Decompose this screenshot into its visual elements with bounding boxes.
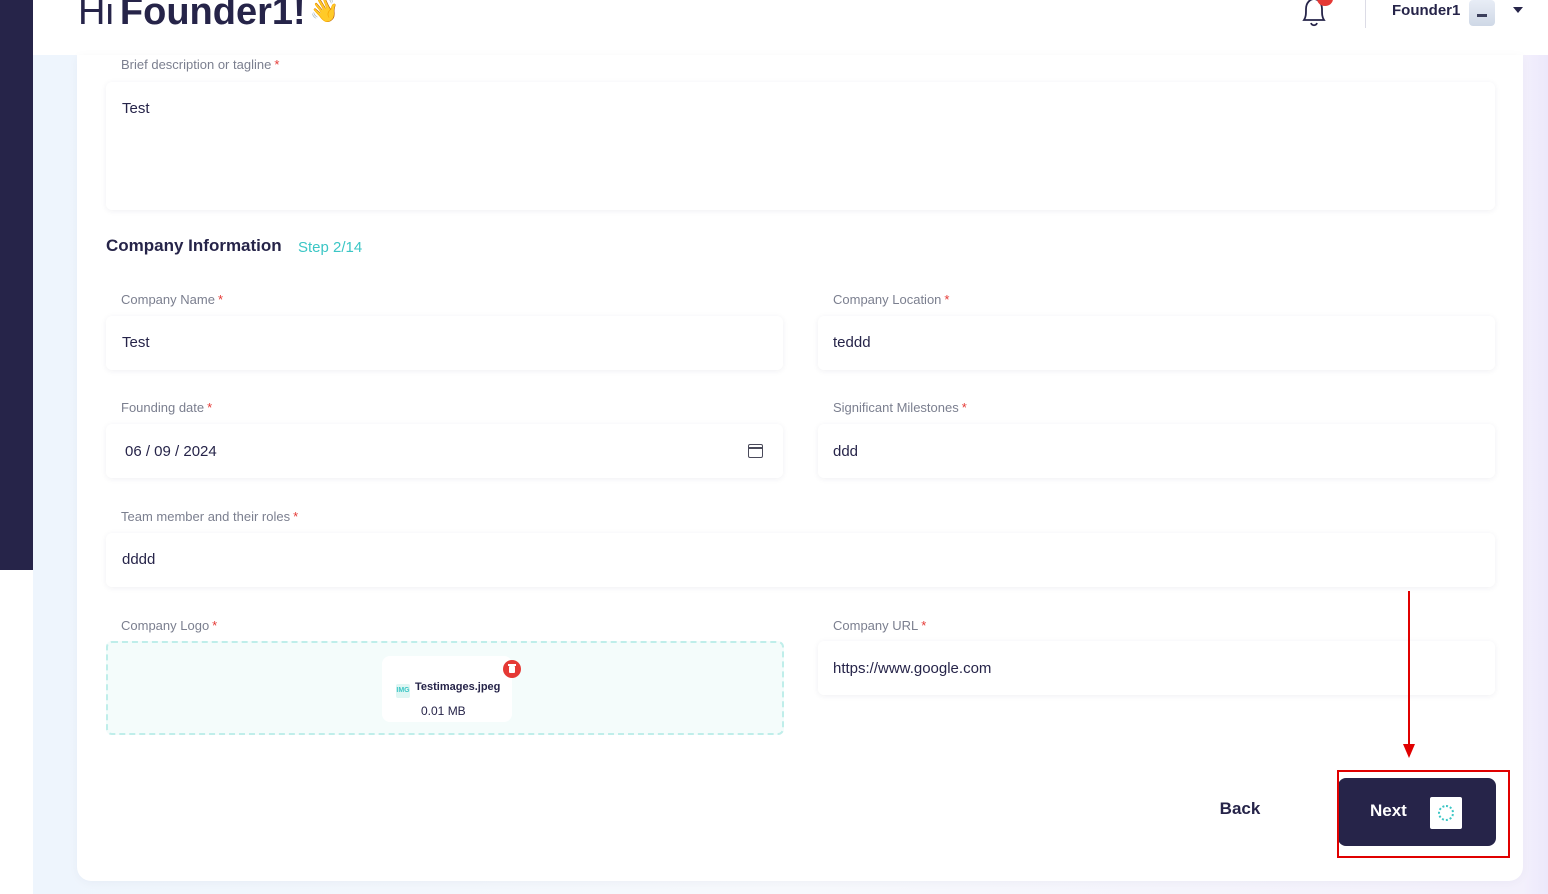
milestones-label: Significant Milestones * [833, 400, 967, 415]
required-marker: * [207, 400, 213, 415]
right-gutter [1523, 55, 1548, 894]
company-location-label: Company Location * [833, 292, 949, 307]
required-marker: * [921, 618, 927, 633]
tagline-value: Test [122, 100, 150, 117]
company-name-label: Company Name * [121, 292, 223, 307]
tagline-label: Brief description or tagline * [121, 57, 279, 72]
company-logo-label: Company Logo * [121, 618, 217, 633]
team-label: Team member and their roles * [121, 509, 298, 524]
back-button[interactable]: Back [1200, 790, 1280, 828]
header-divider [1365, 0, 1366, 28]
greeting-prefix: Hi [78, 0, 114, 33]
company-location-value: teddd [833, 334, 871, 351]
annotation-highlight-box [1337, 770, 1510, 858]
required-marker: * [212, 618, 218, 633]
company-name-input[interactable]: Test [106, 316, 783, 370]
required-marker: * [961, 400, 967, 415]
avatar[interactable] [1469, 0, 1495, 26]
company-url-label: Company URL * [833, 618, 926, 633]
milestones-label-text: Significant Milestones [833, 400, 959, 415]
tagline-textarea[interactable]: Test [106, 82, 1495, 210]
company-name-value: Test [122, 334, 150, 351]
section-title: Company Information [106, 236, 282, 255]
annotation-arrow-line [1408, 591, 1410, 747]
founding-date-label-text: Founding date [121, 400, 205, 415]
company-url-value: https://www.google.com [833, 660, 992, 677]
trash-icon[interactable] [503, 660, 521, 678]
logo-upload-dropzone[interactable]: IMG Testimages.jpeg 0.01 MB [106, 641, 784, 735]
required-marker: * [944, 292, 950, 307]
page-greeting: Hi Founder1! 👋 [78, 0, 340, 35]
image-file-icon: IMG [396, 684, 410, 698]
annotation-arrow-head [1403, 744, 1415, 758]
required-marker: * [217, 292, 223, 307]
calendar-icon[interactable] [748, 444, 763, 458]
chevron-down-icon[interactable] [1513, 7, 1523, 13]
tagline-label-text: Brief description or tagline [121, 57, 272, 72]
company-url-label-text: Company URL [833, 618, 919, 633]
file-name: Testimages.jpeg [415, 681, 501, 693]
company-url-input[interactable]: https://www.google.com [818, 641, 1495, 695]
milestones-value: ddd [833, 443, 859, 460]
founding-date-value: 06 / 09 / 2024 [125, 443, 217, 460]
company-location-input[interactable]: teddd [818, 316, 1495, 370]
milestones-input[interactable]: ddd [818, 424, 1495, 478]
team-label-text: Team member and their roles [121, 509, 291, 524]
founding-date-input[interactable]: 06 / 09 / 2024 [106, 424, 783, 478]
sidebar-strip [0, 0, 33, 570]
uploaded-file-chip: IMG Testimages.jpeg 0.01 MB [382, 656, 521, 722]
user-name[interactable]: Founder1 [1392, 2, 1460, 19]
required-marker: * [293, 509, 299, 524]
greeting-name: Founder1! [119, 0, 306, 33]
file-size: 0.01 MB [421, 704, 466, 718]
wave-hand-icon: 👋 [309, 0, 340, 24]
step-indicator: Step 2/14 [298, 239, 363, 256]
founding-date-label: Founding date * [121, 400, 212, 415]
team-input[interactable]: dddd [106, 533, 1495, 587]
company-logo-label-text: Company Logo [121, 618, 210, 633]
required-marker: * [274, 57, 280, 72]
top-header: Hi Founder1! 👋 Founder1 [33, 0, 1548, 55]
company-name-label-text: Company Name [121, 292, 215, 307]
team-value: dddd [122, 551, 156, 568]
company-location-label-text: Company Location [833, 292, 942, 307]
